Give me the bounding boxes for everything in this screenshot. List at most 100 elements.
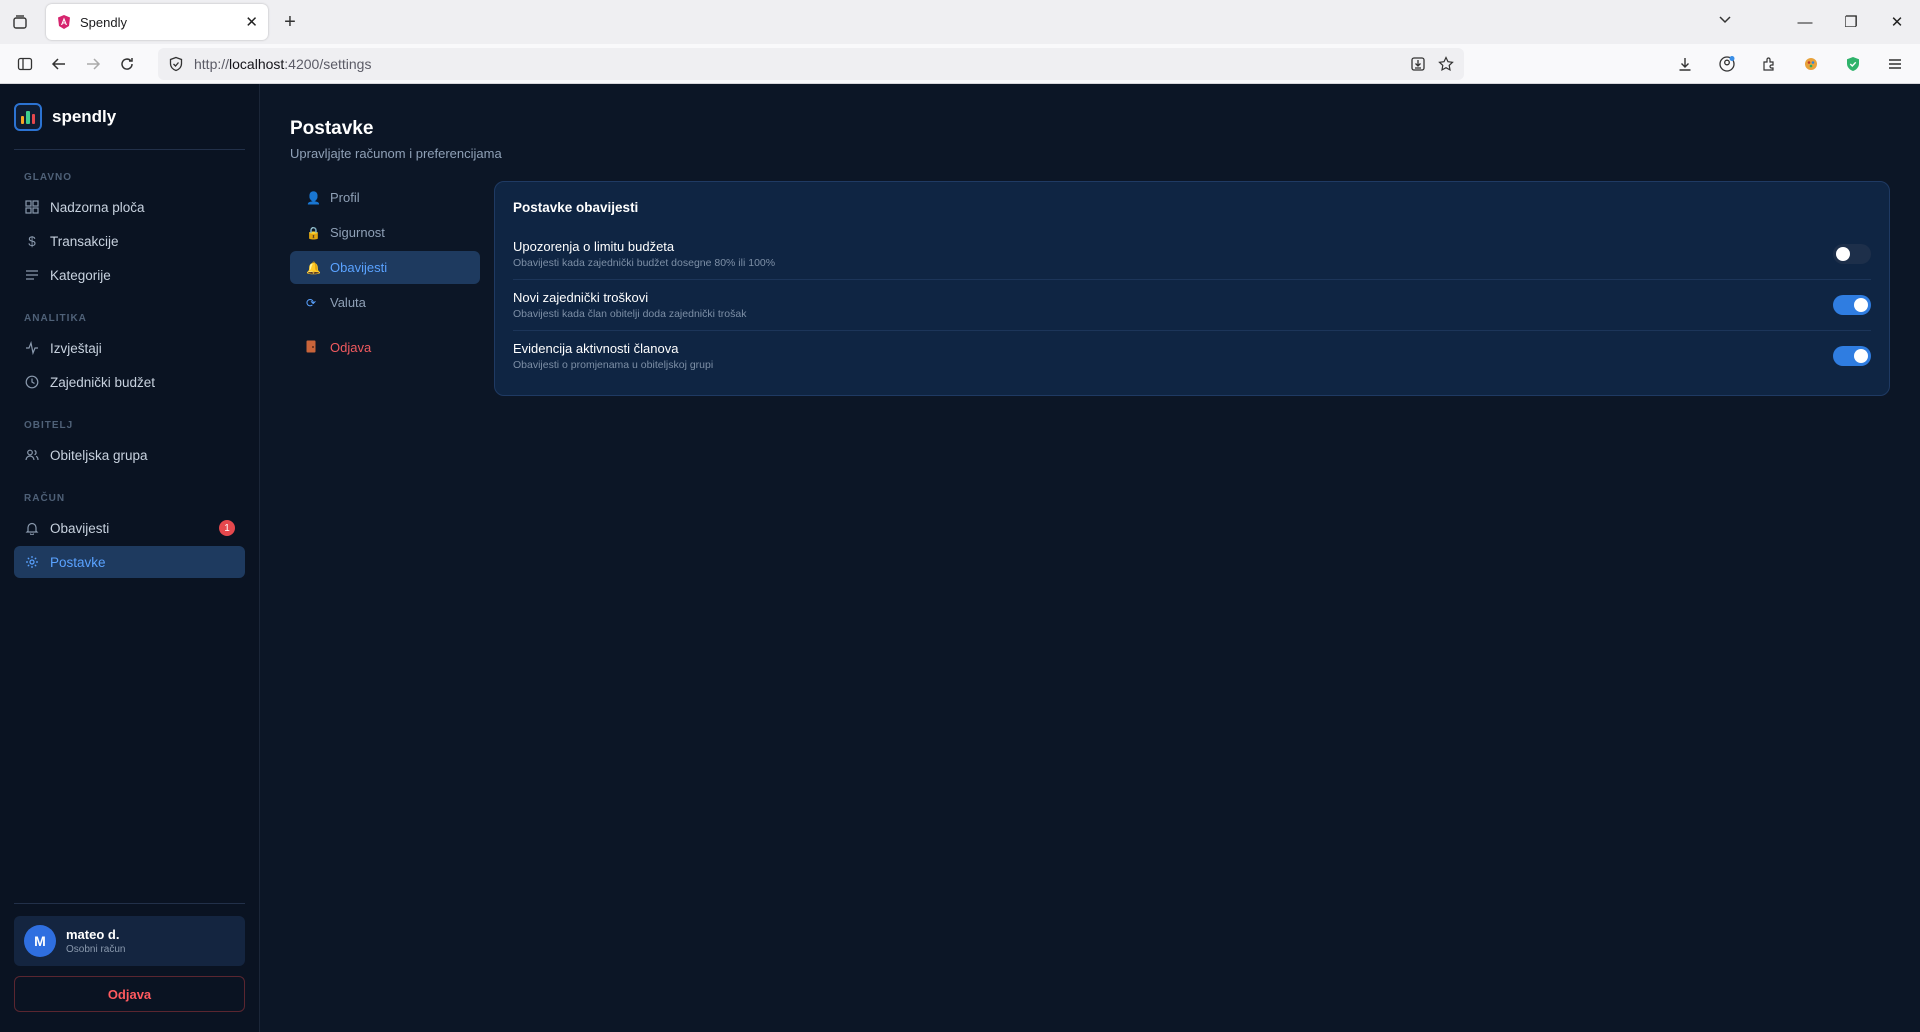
- sidebar-item-label: Obiteljska grupa: [50, 447, 148, 463]
- logo[interactable]: spendly: [14, 84, 245, 150]
- tab-list-icon[interactable]: [0, 0, 40, 44]
- sidebar-item-label: Zajednički budžet: [50, 374, 156, 390]
- toggle-knob: [1854, 349, 1868, 363]
- section-label-obitelj: OBITELJ: [24, 420, 74, 431]
- bell-icon: [24, 520, 40, 536]
- settings-tab-notifications[interactable]: 🔔 Obavijesti: [290, 251, 480, 284]
- bell-emoji-icon: 🔔: [306, 260, 321, 275]
- settings-tab-currency[interactable]: ⟳ Valuta: [290, 286, 480, 319]
- settings-tab-label: Obavijesti: [330, 260, 388, 275]
- gear-icon: [24, 554, 40, 570]
- bookmark-star-icon[interactable]: [1438, 55, 1454, 72]
- settings-tab-label: Odjava: [330, 340, 372, 355]
- user-silhouette-icon: 👤: [306, 190, 321, 205]
- sidebar-item-shared-budget[interactable]: Zajednički budžet: [14, 366, 245, 398]
- users-icon: [24, 447, 40, 463]
- save-page-icon[interactable]: [1410, 56, 1426, 72]
- extension-palette-icon[interactable]: [1794, 48, 1828, 80]
- setting-row-member-activity: Evidencija aktivnosti članova Obavijesti…: [513, 331, 1871, 381]
- url-prefix: http://: [194, 55, 230, 72]
- url-host: localhost: [229, 55, 285, 72]
- user-area: M mateo d. Osobni račun Odjava: [14, 903, 245, 1012]
- sidebar-item-transactions[interactable]: $ Transakcije: [14, 225, 245, 257]
- forward-icon[interactable]: [76, 48, 110, 80]
- browser-tabbar: Spendly ✕ + — ❐ ✕: [0, 0, 1920, 44]
- sidebar-item-family-group[interactable]: Obiteljska grupa: [14, 439, 245, 471]
- setting-row-shared-expenses: Novi zajednički troškovi Obavijesti kada…: [513, 280, 1871, 331]
- back-icon[interactable]: [42, 48, 76, 80]
- minimize-icon[interactable]: —: [1782, 14, 1828, 31]
- sidebar-item-label: Postavke: [50, 554, 106, 570]
- settings-tab-label: Valuta: [330, 295, 366, 310]
- toggle-knob: [1836, 247, 1850, 261]
- member-activity-toggle[interactable]: [1833, 346, 1871, 366]
- site-info-shield-icon[interactable]: [168, 56, 184, 72]
- settings-nav: 👤 Profil 🔒 Sigurnost 🔔 Obavijesti ⟳ Valu…: [290, 181, 480, 396]
- reload-icon[interactable]: [110, 48, 144, 80]
- list-icon: [24, 267, 40, 283]
- tab-close-icon[interactable]: ✕: [245, 13, 258, 31]
- sidebar-toggle-icon[interactable]: [8, 48, 42, 80]
- page-title: Postavke: [290, 118, 374, 139]
- settings-tab-security[interactable]: 🔒 Sigurnost: [290, 216, 480, 249]
- logout-button[interactable]: Odjava: [14, 976, 245, 1012]
- sidebar: spendly GLAVNO Nadzorna ploča $ Transakc…: [0, 84, 260, 1032]
- user-card[interactable]: M mateo d. Osobni račun: [14, 916, 245, 966]
- window-close-icon[interactable]: ✕: [1874, 13, 1920, 31]
- sidebar-item-label: Obavijesti: [50, 520, 110, 536]
- window-controls: — ❐ ✕: [1782, 0, 1920, 44]
- sidebar-item-label: Transakcije: [50, 233, 119, 249]
- dashboard-grid-icon: [24, 199, 40, 215]
- setting-row-budget-limit: Upozorenja o limitu budžeta Obavijesti k…: [513, 229, 1871, 280]
- restore-icon[interactable]: ❐: [1828, 13, 1874, 31]
- tab-title: Spendly: [80, 14, 127, 30]
- budget-limit-toggle[interactable]: [1833, 244, 1871, 264]
- clock-icon: [24, 374, 40, 390]
- setting-description: Obavijesti o promjenama u obiteljskoj gr…: [513, 359, 714, 371]
- sidebar-item-label: Izvještaji: [50, 340, 102, 356]
- url-path: :4200/settings: [284, 55, 372, 72]
- menu-icon[interactable]: [1878, 48, 1912, 80]
- user-account-type: Osobni račun: [66, 944, 126, 955]
- shared-expenses-toggle[interactable]: [1833, 295, 1871, 315]
- avatar: M: [24, 925, 56, 957]
- angular-favicon-icon: [58, 15, 70, 29]
- extensions-icon[interactable]: [1752, 48, 1786, 80]
- account-icon[interactable]: [1710, 48, 1744, 80]
- sidebar-item-categories[interactable]: Kategorije: [14, 259, 245, 291]
- settings-layout: 👤 Profil 🔒 Sigurnost 🔔 Obavijesti ⟳ Valu…: [290, 181, 1890, 396]
- settings-tab-profile[interactable]: 👤 Profil: [290, 181, 480, 214]
- browser-tab[interactable]: Spendly ✕: [46, 4, 268, 40]
- extension-shield-icon[interactable]: [1836, 48, 1870, 80]
- notification-count-badge: 1: [219, 520, 235, 536]
- section-label-racun: RAČUN: [24, 493, 66, 504]
- browser-navbar: http://localhost:4200/settings: [0, 44, 1920, 84]
- sidebar-item-notifications[interactable]: Obavijesti 1: [14, 512, 245, 544]
- sidebar-item-label: Kategorije: [50, 267, 111, 283]
- settings-tab-label: Profil: [330, 190, 360, 205]
- panel-title: Postavke obavijesti: [513, 200, 639, 215]
- setting-description: Obavijesti kada zajednički budžet dosegn…: [513, 257, 776, 269]
- setting-title: Upozorenja o limitu budžeta: [513, 239, 675, 254]
- url-text[interactable]: http://localhost:4200/settings: [194, 56, 1410, 72]
- sidebar-item-label: Nadzorna ploča: [50, 199, 145, 215]
- main-content: Postavke Upravljajte računom i preferenc…: [260, 84, 1920, 1032]
- tab-overflow-chevron-icon[interactable]: [1718, 12, 1732, 29]
- new-tab-icon[interactable]: +: [274, 6, 306, 38]
- lock-icon: 🔒: [306, 225, 321, 240]
- setting-title: Novi zajednički troškovi: [513, 290, 649, 305]
- settings-tab-logout[interactable]: Odjava: [290, 331, 480, 364]
- section-label-analitika: ANALITIKA: [24, 313, 87, 324]
- sidebar-item-settings[interactable]: Postavke: [14, 546, 245, 578]
- address-bar[interactable]: http://localhost:4200/settings: [158, 47, 1464, 80]
- downloads-icon[interactable]: [1668, 48, 1702, 80]
- sidebar-item-dashboard[interactable]: Nadzorna ploča: [14, 191, 245, 223]
- sidebar-item-reports[interactable]: Izvještaji: [14, 332, 245, 364]
- door-icon: [306, 340, 320, 356]
- settings-tab-label: Sigurnost: [330, 225, 385, 240]
- notification-settings-panel: Postavke obavijesti Upozorenja o limitu …: [494, 181, 1890, 396]
- currency-exchange-icon: ⟳: [306, 295, 317, 310]
- setting-title: Evidencija aktivnosti članova: [513, 341, 679, 356]
- logo-chart-icon: [14, 102, 42, 131]
- activity-pulse-icon: [24, 340, 40, 356]
